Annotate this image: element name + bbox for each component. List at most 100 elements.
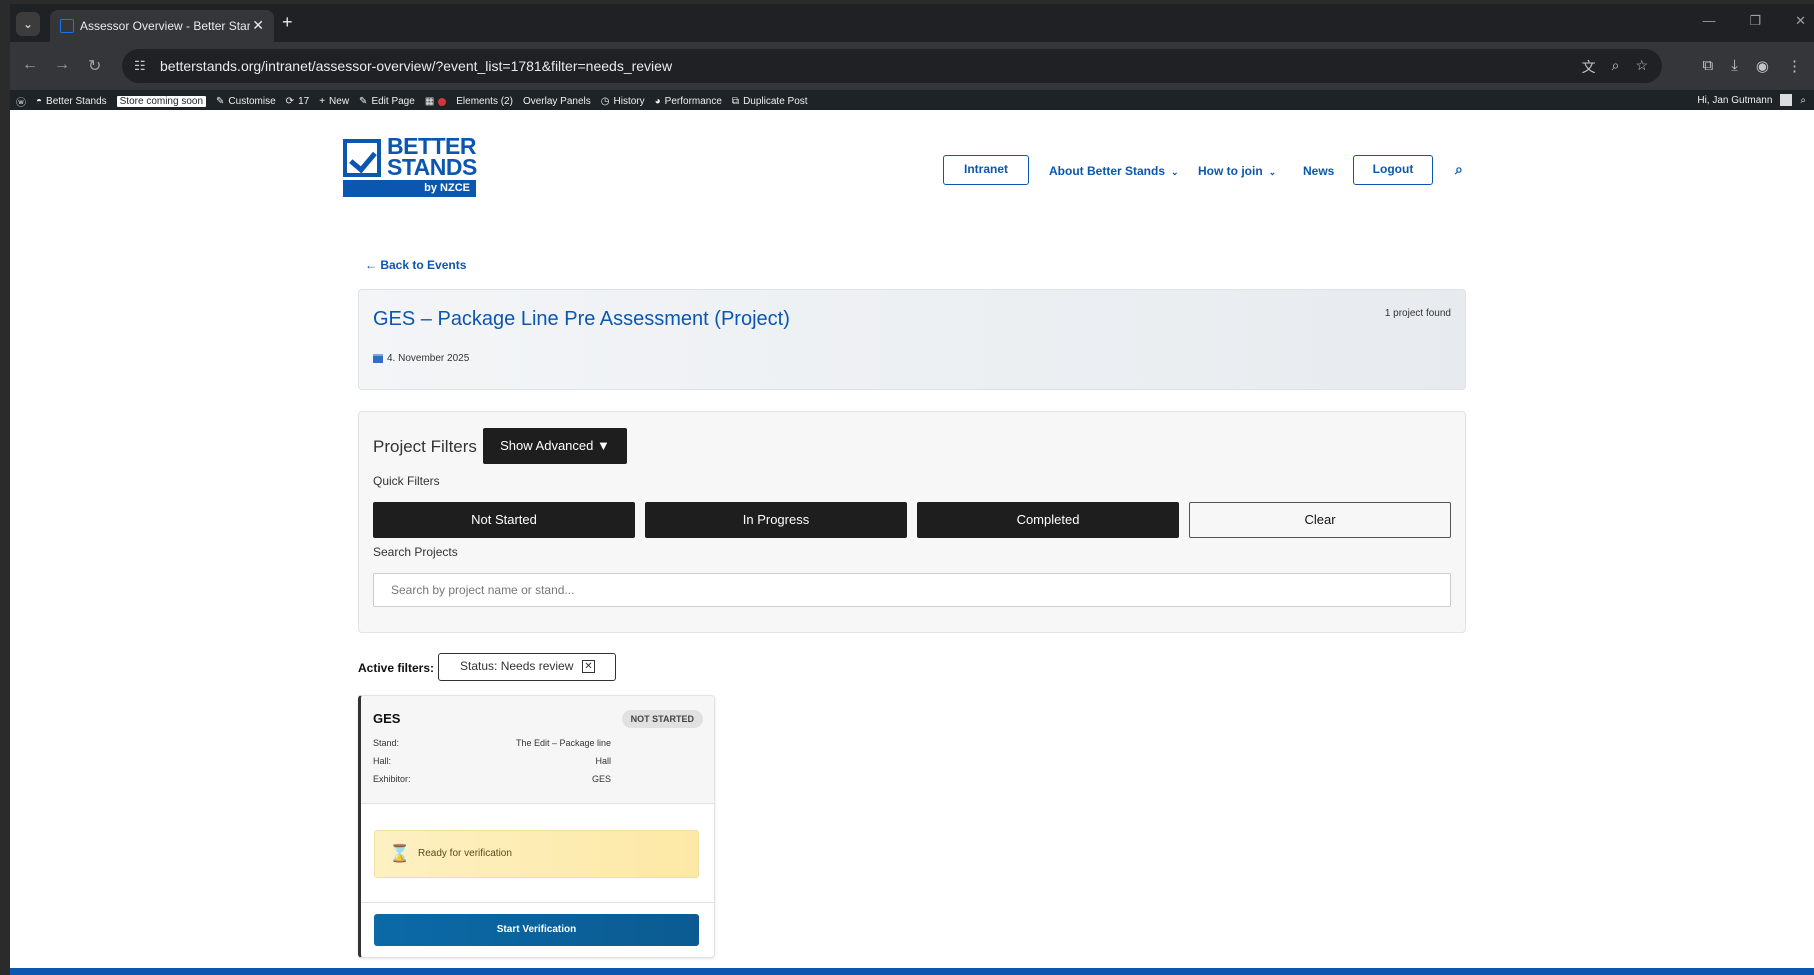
project-card-header: GES NOT STARTED Stand: The Edit – Packag… <box>361 696 714 804</box>
profile-icon[interactable]: ◉ <box>1756 57 1769 75</box>
stand-label: Stand: <box>373 738 400 748</box>
translate-icon[interactable]: 文 <box>1582 57 1596 77</box>
close-window-icon[interactable]: ✕ <box>1795 13 1806 29</box>
tab-search-button[interactable]: ⌄ <box>16 12 40 36</box>
window-controls: — ❐ ✕ <box>1702 13 1806 29</box>
avatar[interactable] <box>1780 94 1793 106</box>
active-filter-chip[interactable]: Status: Needs review ✕ <box>438 653 616 681</box>
status-dot-icon <box>438 97 447 106</box>
download-icon[interactable]: ⤓ <box>1731 57 1738 75</box>
browser-toolbar: ← → ↻ ☷ betterstands.org/intranet/assess… <box>10 42 1814 90</box>
logo-line-2: STANDS <box>387 154 477 180</box>
event-date: 4. November 2025 <box>373 353 469 364</box>
site-name-label: Better Stands <box>46 96 107 107</box>
active-filter-chip-label: Status: Needs review <box>460 659 574 673</box>
show-advanced-button[interactable]: Show Advanced ▼ <box>483 428 627 464</box>
admin-site-name[interactable]: ◓ Better Stands <box>36 96 107 107</box>
admin-overlay-panels[interactable]: Overlay Panels <box>523 96 591 107</box>
extensions-icon[interactable]: ⧉ <box>1703 57 1714 75</box>
project-filters-panel: Project Filters Show Advanced ▼ Quick Fi… <box>358 411 1466 633</box>
admin-edit-page[interactable]: ✎ Edit Page <box>359 96 415 107</box>
stand-value: The Edit – Package line <box>515 738 611 748</box>
omnibox-actions: 文 ⌕ ☆ <box>1582 57 1648 77</box>
filter-completed-button[interactable]: Completed <box>917 502 1179 538</box>
dashboard-icon: ◓ <box>36 96 43 107</box>
close-tab-icon[interactable]: ✕ <box>252 17 264 34</box>
logo-byline: by NZCE <box>343 180 476 197</box>
hall-label: Hall: <box>373 756 392 766</box>
filter-clear-button[interactable]: Clear <box>1189 502 1451 538</box>
customise-label: Customise <box>228 96 276 107</box>
filter-in-progress-button[interactable]: In Progress <box>645 502 907 538</box>
search-projects-input[interactable] <box>373 573 1451 607</box>
filter-not-started-button[interactable]: Not Started <box>373 502 635 538</box>
nav-how-to-join[interactable]: How to join ⌄ <box>1198 164 1276 178</box>
calendar-icon <box>373 354 383 363</box>
store-badge[interactable]: Store coming soon <box>116 96 207 107</box>
nav-logout-button[interactable]: Logout <box>1353 155 1433 185</box>
site-search-icon[interactable]: ⌕ <box>1455 161 1463 178</box>
admin-new[interactable]: + New <box>319 96 349 107</box>
nav-intranet-button[interactable]: Intranet <box>943 155 1029 185</box>
footer-bar <box>10 968 1814 975</box>
new-tab-button[interactable]: + <box>282 12 293 33</box>
brush-icon: ✎ <box>216 96 225 107</box>
remove-filter-icon[interactable]: ✕ <box>582 660 595 673</box>
address-bar[interactable]: ☷ betterstands.org/intranet/assessor-ove… <box>122 49 1662 83</box>
plus-icon: + <box>319 96 326 107</box>
browser-window: ⌄ Assessor Overview - Better Stan ✕ + — … <box>10 4 1814 975</box>
back-to-events-link[interactable]: ← Back to Events <box>365 258 466 272</box>
url-text: betterstands.org/intranet/assessor-overv… <box>160 58 673 74</box>
zoom-icon[interactable]: ⌕ <box>1612 57 1620 77</box>
favicon-icon <box>60 19 74 33</box>
admin-greeting[interactable]: Hi, Jan Gutmann <box>1697 95 1772 106</box>
admin-customise[interactable]: ✎ Customise <box>216 96 276 107</box>
card-divider <box>361 902 714 903</box>
history-label: History <box>613 96 645 107</box>
admin-elements[interactable]: Elements (2) <box>456 96 513 107</box>
forward-arrow-icon[interactable]: → <box>54 56 70 74</box>
hall-value: Hall <box>595 756 611 766</box>
duplicate-post-label: Duplicate Post <box>743 96 808 107</box>
admin-performance[interactable]: ◕ Performance <box>655 96 722 107</box>
browser-tab[interactable]: Assessor Overview - Better Stan ✕ <box>50 10 274 42</box>
chevron-down-icon: ⌄ <box>1268 167 1277 177</box>
wp-admin-bar: ⓦ ◓ Better Stands Store coming soon ✎ Cu… <box>10 90 1814 110</box>
filters-title: Project Filters <box>373 437 477 456</box>
updates-count: 17 <box>298 96 310 107</box>
active-filters-label: Active filters: <box>358 661 435 675</box>
admin-seo[interactable]: ▦ <box>424 96 447 107</box>
quick-filters-label: Quick Filters <box>373 474 440 488</box>
performance-label: Performance <box>664 96 722 107</box>
seo-icon: ▦ <box>424 96 435 107</box>
menu-icon[interactable]: ⋮ <box>1787 57 1802 75</box>
admin-updates[interactable]: ⟳ 17 <box>286 96 310 107</box>
project-count: 1 project found <box>1384 308 1451 319</box>
logo-check-box-icon <box>343 139 381 177</box>
admin-search-icon[interactable]: ⌕ <box>1800 95 1806 106</box>
project-card: GES NOT STARTED Stand: The Edit – Packag… <box>358 695 715 958</box>
nav-about[interactable]: About Better Stands ⌄ <box>1049 164 1179 178</box>
site-logo[interactable]: BETTER STANDS by NZCE <box>343 135 478 198</box>
admin-duplicate-post[interactable]: ⧉ Duplicate Post <box>732 96 808 107</box>
site-info-icon[interactable]: ☷ <box>134 58 146 74</box>
nav-news[interactable]: News <box>1303 164 1334 178</box>
reload-icon[interactable]: ↻ <box>88 56 101 76</box>
status-badge: NOT STARTED <box>621 710 703 728</box>
nav-about-label: About Better Stands <box>1049 164 1166 178</box>
bookmark-star-icon[interactable]: ☆ <box>1635 57 1648 77</box>
edit-page-label: Edit Page <box>371 96 415 107</box>
admin-history[interactable]: ◷ History <box>601 96 645 107</box>
duplicate-icon: ⧉ <box>731 96 740 107</box>
clock-icon: ◷ <box>600 96 610 107</box>
minimize-icon[interactable]: — <box>1702 13 1715 29</box>
verification-notice: ⌛ Ready for verification <box>374 830 699 878</box>
back-arrow-icon[interactable]: ← <box>22 56 38 74</box>
hourglass-icon: ⌛ <box>389 844 411 863</box>
toolbar-right-icons: ⧉ ⤓ ◉ ⋮ <box>1703 57 1802 75</box>
start-verification-button[interactable]: Start Verification <box>374 914 699 946</box>
updates-icon: ⟳ <box>285 96 295 107</box>
restore-icon[interactable]: ❐ <box>1749 13 1761 29</box>
gauge-icon: ◕ <box>654 96 661 107</box>
wordpress-logo-icon[interactable]: ⓦ <box>16 94 26 109</box>
